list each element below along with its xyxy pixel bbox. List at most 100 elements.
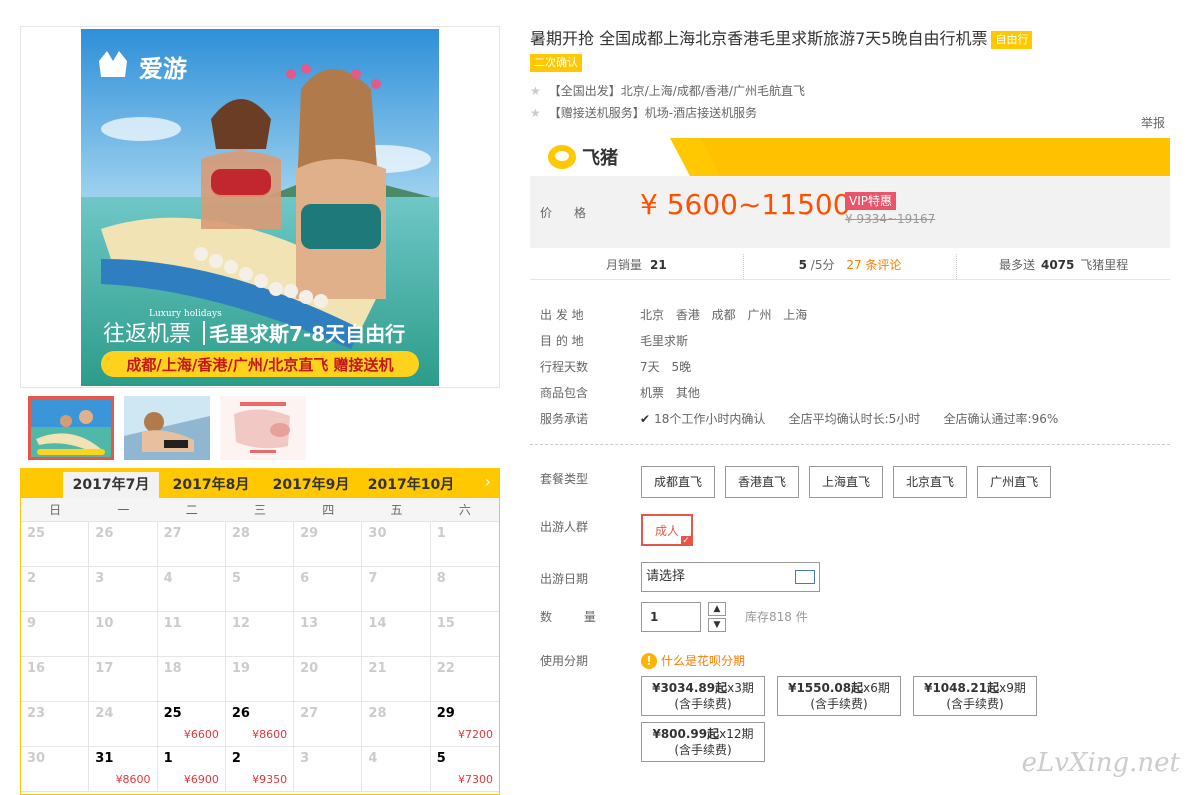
- huabei-help-link[interactable]: ! 什么是花呗分期: [641, 652, 745, 669]
- installment-option[interactable]: ¥1048.21起x9期 (含手续费): [913, 676, 1037, 716]
- miles-info: 最多送 4075 飞猪里程: [956, 254, 1170, 279]
- tab-month-4[interactable]: 2017年10月: [363, 472, 459, 498]
- feature-text: 【赠接送机服务】机场-酒店接送机服务: [548, 106, 758, 120]
- calendar-day[interactable]: 26 ¥8600: [225, 702, 295, 747]
- calendar-day[interactable]: 2 ¥9350: [225, 747, 295, 792]
- reviews-link[interactable]: 27 条评论: [846, 258, 901, 272]
- travel-date-input[interactable]: 请选择: [641, 562, 820, 592]
- calendar-day: 23: [21, 702, 90, 747]
- calendar-day-price: ¥6600: [183, 728, 219, 741]
- calendar-day: 16: [21, 657, 90, 702]
- calendar-day[interactable]: 25 ¥6600: [157, 702, 226, 747]
- calendar-day-price: ¥9350: [252, 773, 288, 786]
- product-gallery: 爱游 Luxury holidays 往返机票 毛里求斯7-8天自由行 成都/上…: [20, 26, 500, 795]
- calendar-day: 15: [430, 612, 499, 657]
- calendar-day-price: ¥8600: [252, 728, 288, 741]
- calendar-day: 20: [294, 657, 363, 702]
- installment-note: (含手续费): [946, 697, 1004, 711]
- site-watermark: eLvXing.net: [1021, 748, 1180, 778]
- calendar-day: 1: [430, 522, 499, 567]
- installment-option[interactable]: ¥3034.89起x3期 (含手续费): [641, 676, 765, 716]
- banner-sub-en: Luxury holidays: [149, 309, 222, 319]
- calendar-day: 30: [21, 747, 90, 792]
- installment-amount: ¥800.99起: [652, 727, 720, 741]
- feature-line-1: ★ 【全国出发】北京/上海/成都/香港/广州毛航直飞: [530, 80, 1170, 102]
- price-label: 价格: [540, 206, 609, 220]
- calendar-day-number: 2: [27, 571, 37, 586]
- calendar-day[interactable]: 1 ¥6900: [157, 747, 226, 792]
- calendar-day-number: 27: [163, 526, 182, 541]
- calendar-day: 7: [362, 567, 431, 612]
- package-row: 套餐类型 成都直飞 香港直飞 上海直飞 北京直飞 广州直飞: [540, 466, 1170, 502]
- purchase-options: 套餐类型 成都直飞香港直飞上海直飞北京直飞广州直飞 出游人群 成人 出游日期 请…: [540, 466, 1170, 772]
- calendar-day[interactable]: 29 ¥7200: [430, 702, 499, 747]
- chevron-right-icon[interactable]: ›: [485, 472, 491, 491]
- installment-option[interactable]: ¥800.99起x12期 (含手续费): [641, 722, 765, 762]
- calendar-day-number: 4: [163, 571, 173, 586]
- package-option[interactable]: 北京直飞: [893, 466, 968, 498]
- banner-headline-b: 毛里求斯7-8天自由行: [209, 322, 405, 346]
- fliggy-logo: 飞猪: [548, 143, 618, 171]
- calendar-day-number: 26: [95, 526, 114, 541]
- stock-count: 库存818 件: [745, 610, 808, 624]
- calendar-day-number: 1: [163, 751, 173, 766]
- calendar-day-number: 17: [95, 661, 114, 676]
- increase-icon[interactable]: ▲: [708, 602, 726, 616]
- calendar-day-number: 30: [368, 526, 387, 541]
- thumbnail-3[interactable]: [220, 396, 306, 460]
- calendar-day-number: 13: [300, 616, 319, 631]
- calendar-day: 8: [430, 567, 499, 612]
- main-product-image: 爱游 Luxury holidays 往返机票 毛里求斯7-8天自由行 成都/上…: [20, 26, 500, 388]
- calendar-day-number: 26: [231, 706, 250, 721]
- quantity-label: 数 量: [540, 610, 610, 624]
- people-option-adult[interactable]: 成人: [641, 514, 694, 546]
- thumbnail-2[interactable]: [124, 396, 210, 460]
- tab-month-3[interactable]: 2017年9月: [263, 472, 359, 498]
- tab-month-1[interactable]: 2017年7月: [63, 472, 159, 498]
- installment-option[interactable]: ¥1550.08起x6期 (含手续费): [777, 676, 901, 716]
- decrease-icon[interactable]: ▼: [708, 618, 726, 632]
- people-row: 出游人群 成人: [540, 514, 1170, 562]
- info-row-includes: 商品包含 机票 其他: [540, 380, 1160, 406]
- feature-line-2: ★ 【赠接送机服务】机场-酒店接送机服务: [530, 102, 1170, 124]
- package-option[interactable]: 上海直飞: [809, 466, 884, 498]
- package-option[interactable]: 成都直飞: [641, 466, 716, 498]
- quantity-input[interactable]: 1: [641, 602, 701, 632]
- info-value: 毛里求斯: [640, 334, 689, 348]
- thumbnail-1[interactable]: [28, 396, 114, 460]
- report-link[interactable]: 举报: [1141, 114, 1165, 131]
- installment-amount: ¥1048.21起: [924, 681, 1000, 695]
- info-row-departure: 出 发 地 北京 香港 成都 广州 上海: [540, 302, 1160, 328]
- banner-strip: 成都/上海/香港/广州/北京直飞 赠接送机: [126, 356, 393, 374]
- feature-text: 【全国出发】北京/上海/成都/香港/广州毛航直飞: [548, 84, 805, 98]
- calendar-day[interactable]: 5 ¥7300: [430, 747, 499, 792]
- date-row: 出游日期 请选择: [540, 562, 1170, 602]
- calendar-day-number: 12: [231, 616, 250, 631]
- info-key: 行程天数: [540, 360, 589, 374]
- calendar-day-number: 1: [436, 526, 446, 541]
- huabei-text: 什么是花呗分期: [661, 654, 746, 668]
- calendar-day: 30: [362, 522, 431, 567]
- calendar-day: 3: [294, 747, 363, 792]
- calendar-day-number: 22: [436, 661, 455, 676]
- calendar-day-number: 8: [436, 571, 446, 586]
- tab-month-2[interactable]: 2017年8月: [163, 472, 259, 498]
- sales-stats: 月销量 21 5 /5分 27 条评论 最多送 4075 飞猪里程: [530, 254, 1170, 280]
- calendar-day: 6: [294, 567, 363, 612]
- reconfirm-badge: 二次确认: [530, 54, 582, 72]
- calendar-day-number: 30: [27, 751, 46, 766]
- calendar-day: 24: [89, 702, 158, 747]
- calendar-day[interactable]: 31 ¥8600: [89, 747, 158, 792]
- trip-info: 出 发 地 北京 香港 成都 广州 上海 目 的 地 毛里求斯 行程天数 7天 …: [540, 302, 1160, 432]
- calendar-day-number: 28: [368, 706, 387, 721]
- package-option[interactable]: 广州直飞: [977, 466, 1052, 498]
- package-option[interactable]: 香港直飞: [725, 466, 800, 498]
- rating: 5 /5分 27 条评论: [742, 254, 957, 279]
- info-value: 机票 其他: [640, 386, 700, 400]
- date-label: 出游日期: [540, 572, 589, 586]
- vip-badge: VIP特惠: [845, 192, 896, 210]
- installment-note: (含手续费): [810, 697, 868, 711]
- calendar-icon[interactable]: [795, 570, 815, 584]
- monthly-sales-value: 21: [649, 258, 667, 272]
- monthly-sales: 月销量 21: [530, 254, 743, 279]
